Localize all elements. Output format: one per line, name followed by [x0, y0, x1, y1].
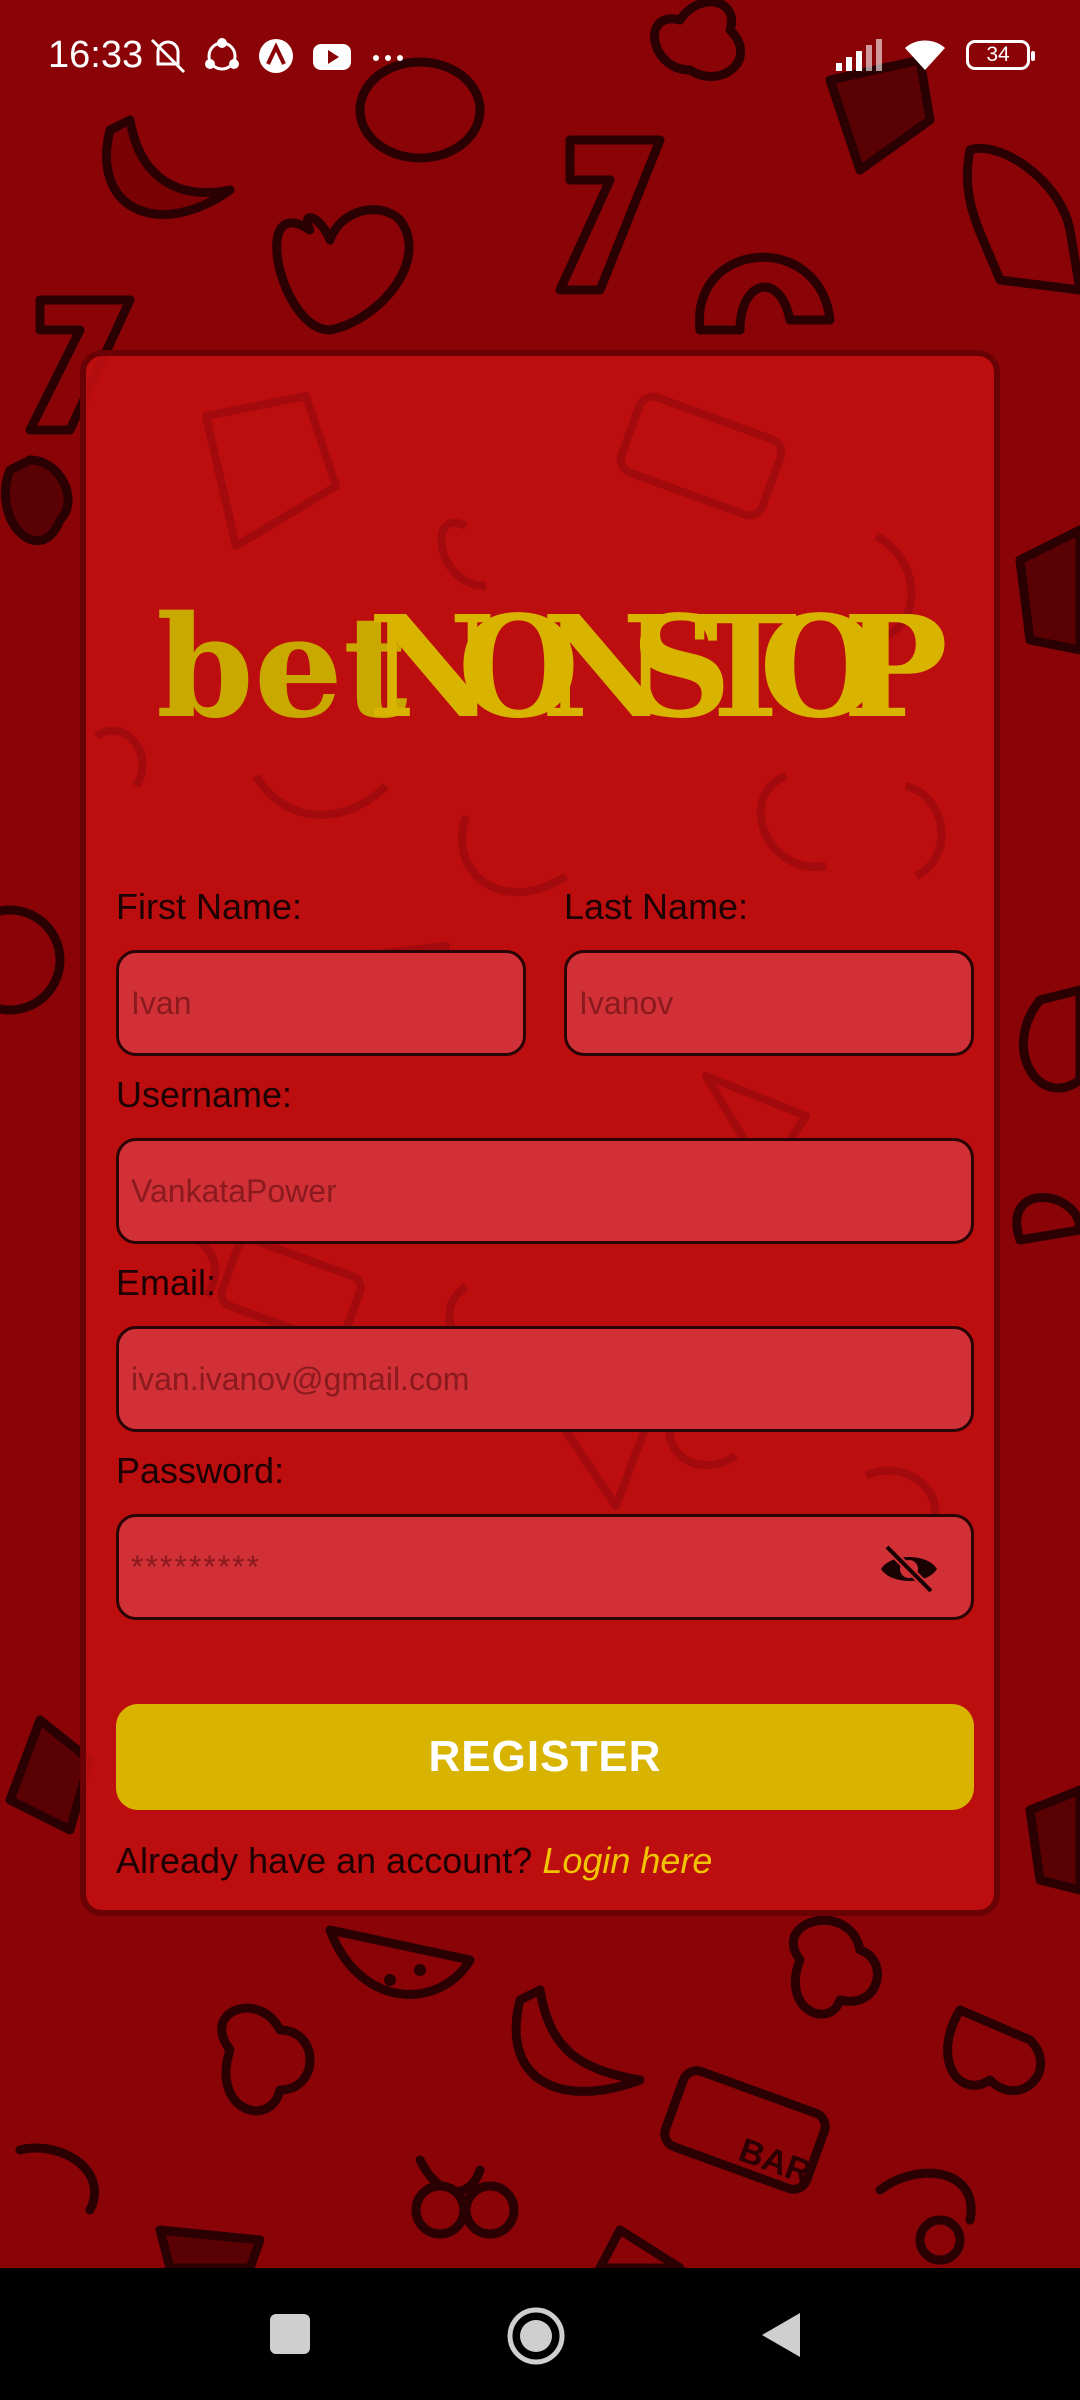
email-placeholder: ivan.ivanov@gmail.com	[131, 1360, 470, 1397]
bet-nonstop-logo: bet NONSTOP	[156, 586, 948, 750]
last-name-placeholder: Ivanov	[579, 984, 674, 1021]
login-prompt-row: Already have an account? Login here	[116, 1840, 712, 1882]
signal-icon	[836, 39, 882, 71]
battery-icon: 34	[966, 40, 1035, 70]
navigation-bar	[0, 2268, 1080, 2400]
last-name-input[interactable]: Ivanov	[564, 950, 974, 1056]
register-card: bet NONSTOP First Name: Last Name: Ivan …	[80, 350, 1000, 1916]
register-button[interactable]: REGISTER	[116, 1704, 974, 1810]
back-triangle-icon[interactable]	[758, 2310, 804, 2360]
home-circle-icon[interactable]	[506, 2306, 566, 2366]
battery-level: 34	[986, 43, 1010, 66]
first-name-placeholder: Ivan	[131, 984, 192, 1021]
username-placeholder: VankataPower	[131, 1172, 337, 1209]
username-label: Username:	[116, 1074, 293, 1115]
youtube-icon	[313, 44, 351, 70]
first-name-input[interactable]: Ivan	[116, 950, 526, 1056]
status-left-icons	[148, 36, 408, 76]
password-input[interactable]: *********	[116, 1514, 974, 1620]
login-prompt-text: Already have an account?	[116, 1840, 533, 1881]
password-label: Password:	[116, 1450, 285, 1491]
status-right-icons: 34	[834, 36, 1035, 74]
status-time: 16:33	[48, 34, 144, 76]
email-label: Email:	[116, 1262, 217, 1303]
first-name-label: First Name:	[116, 886, 303, 927]
email-input[interactable]: ivan.ivanov@gmail.com	[116, 1326, 974, 1432]
username-input[interactable]: VankataPower	[116, 1138, 974, 1244]
login-link[interactable]: Login here	[542, 1840, 712, 1881]
network-share-icon	[205, 38, 239, 71]
more-dots-icon	[373, 55, 403, 61]
muted-vibrate-icon	[150, 38, 186, 74]
status-bar: 16:33 34	[0, 0, 1080, 120]
toggle-password-visibility-icon[interactable]	[877, 1541, 941, 1597]
wifi-icon	[905, 40, 945, 70]
recents-square-icon[interactable]	[268, 2312, 312, 2356]
last-name-label: Last Name:	[564, 886, 749, 927]
password-placeholder: *********	[131, 1548, 262, 1585]
app-a-icon	[259, 39, 293, 73]
logo-suffix: NONSTOP	[368, 586, 948, 750]
